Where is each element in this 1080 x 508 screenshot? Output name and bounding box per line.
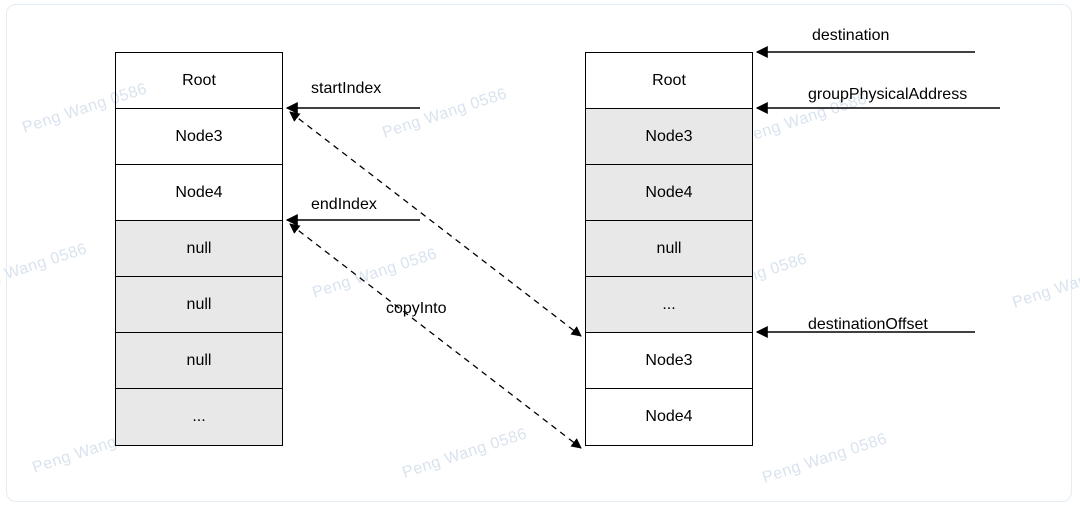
stack-cell: ...	[116, 389, 282, 445]
stack-cell: Node3	[586, 109, 752, 165]
label-destination: destination	[812, 27, 889, 45]
stack-cell: Node4	[116, 165, 282, 221]
stack-cell: Node4	[586, 389, 752, 445]
stack-cell: Node3	[586, 333, 752, 389]
stack-cell: Node3	[116, 109, 282, 165]
stack-cell: Root	[586, 53, 752, 109]
stack-cell: Node4	[586, 165, 752, 221]
label-startindex: startIndex	[311, 80, 381, 98]
stack-cell: null	[116, 333, 282, 389]
destination-stack: RootNode3Node4null...Node3Node4	[585, 52, 753, 446]
label-copyinto: copyInto	[386, 300, 446, 318]
label-destinationoffset: destinationOffset	[808, 316, 928, 334]
label-groupphysicaladdress: groupPhysicalAddress	[808, 86, 967, 104]
stack-cell: ...	[586, 277, 752, 333]
stack-cell: Root	[116, 53, 282, 109]
stack-cell: null	[116, 221, 282, 277]
label-endindex: endIndex	[311, 196, 377, 214]
stack-cell: null	[586, 221, 752, 277]
source-stack: RootNode3Node4nullnullnull...	[115, 52, 283, 446]
stack-cell: null	[116, 277, 282, 333]
